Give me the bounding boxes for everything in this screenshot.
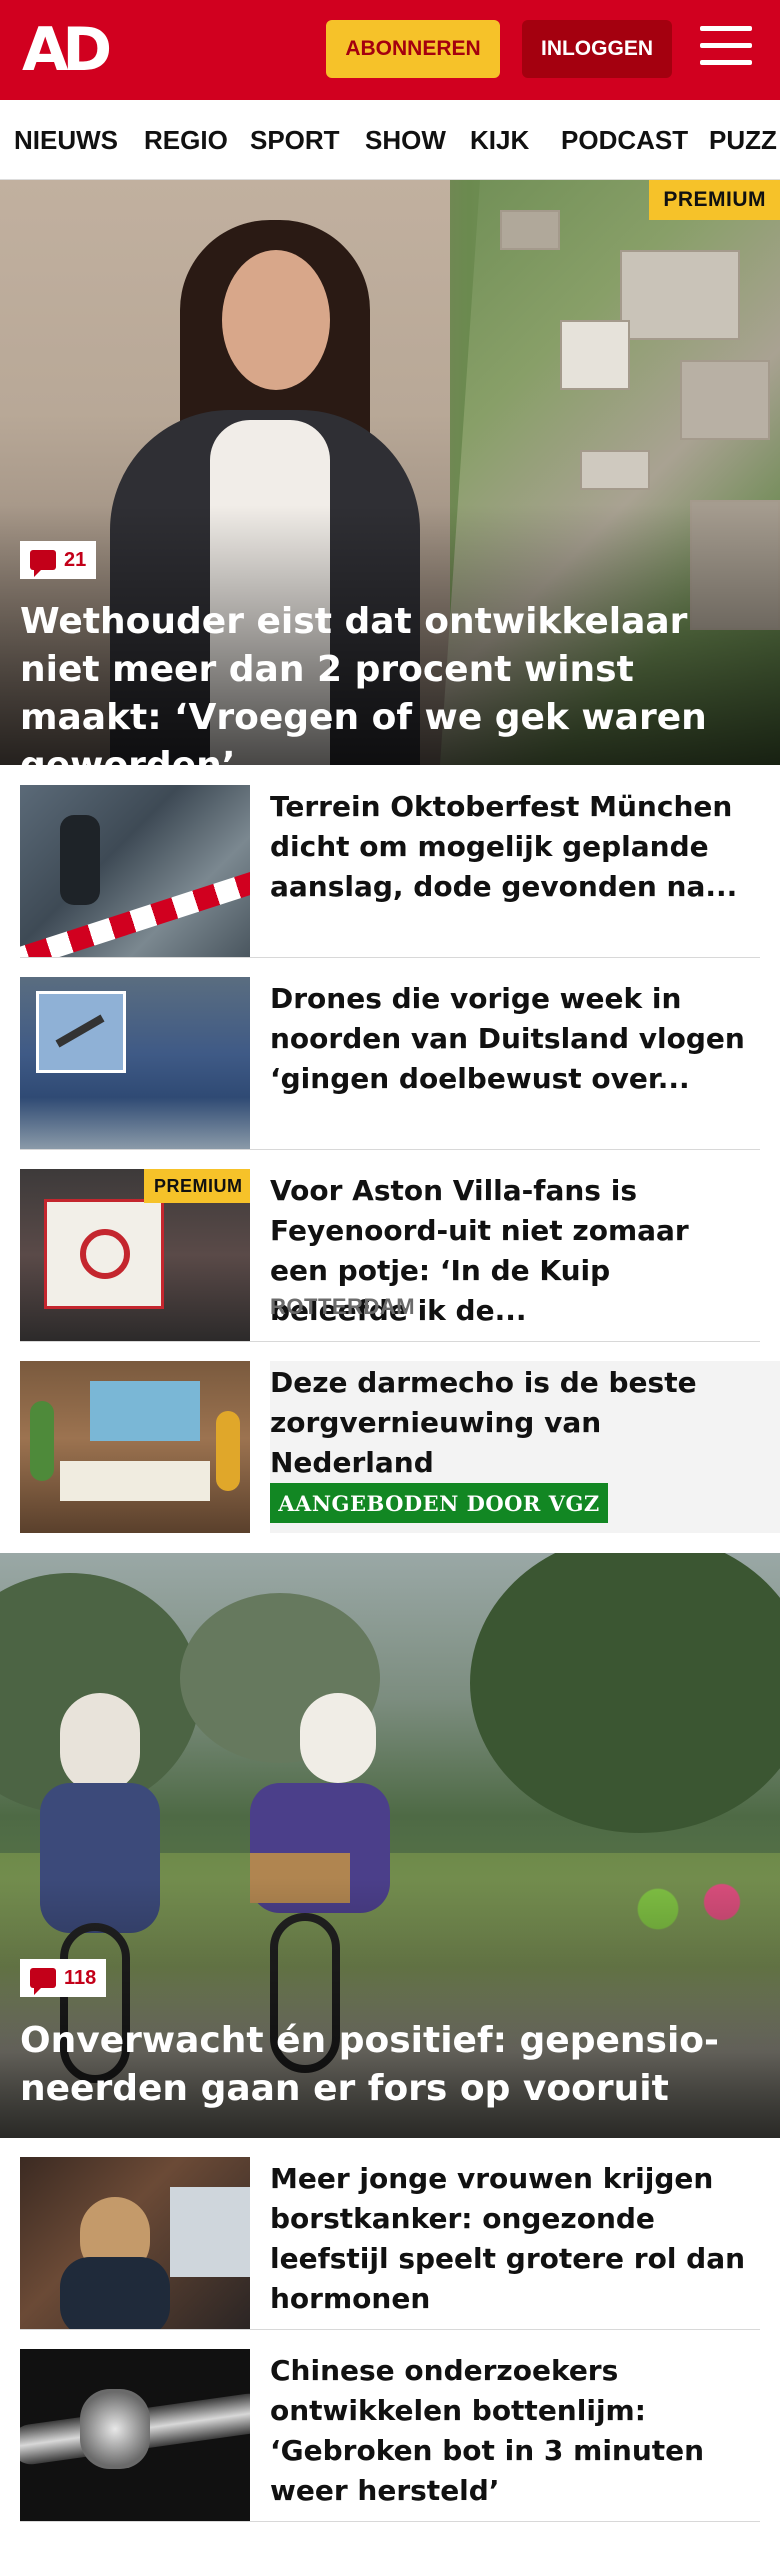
ad-logo[interactable]: AD (22, 18, 118, 82)
nav-item-show[interactable]: SHOW (365, 100, 446, 179)
article-title[interactable]: Chinese onderzoekers ontwikke­len botten… (270, 2351, 750, 2511)
list-item[interactable]: PREMIUM Voor Aston Villa-fans is Feyenoo… (20, 1169, 760, 1341)
nav-item-regio[interactable]: REGIO (144, 100, 228, 179)
menu-icon[interactable] (700, 26, 752, 72)
article-title[interactable]: Terrein Oktoberfest München dicht om mog… (270, 787, 750, 907)
subscribe-button[interactable]: ABONNEREN (326, 20, 500, 78)
comment-count: 118 (64, 1966, 97, 1989)
article-title[interactable]: Meer jonge vrouwen krijgen borstkanker: … (270, 2159, 750, 2319)
sponsor-label: AANGEBODEN DOOR VGZ (270, 1483, 608, 1523)
hero-article-1[interactable]: PREMIUM 21 Wethouder eist dat ontwikkela… (0, 180, 780, 765)
logo-text: AD (22, 15, 112, 85)
nav-item-kijk[interactable]: KIJK (470, 100, 529, 179)
hero-article-2[interactable]: 118 Onverwacht én positief: gepensio­nee… (0, 1553, 780, 2138)
article-title[interactable]: Drones die vorige week in noorden van Du… (270, 979, 750, 1099)
comment-icon (30, 1968, 56, 1995)
list-item[interactable]: Meer jonge vrouwen krijgen borstkanker: … (20, 2157, 760, 2329)
list-item[interactable]: Drones die vorige week in noorden van Du… (20, 977, 760, 1149)
divider (20, 957, 760, 958)
top-bar: AD ABONNEREN INLOGGEN (0, 0, 780, 100)
premium-badge: PREMIUM (144, 1169, 250, 1203)
premium-badge: PREMIUM (649, 180, 780, 220)
list-item[interactable]: Chinese onderzoekers ontwikke­len botten… (20, 2349, 760, 2521)
article-thumbnail (20, 2349, 250, 2521)
comment-count: 21 (64, 548, 87, 571)
article-title[interactable]: Deze darmecho is de beste zorgvernieuwin… (270, 1363, 750, 1483)
comment-icon (30, 550, 56, 577)
comment-count-badge[interactable]: 21 (20, 541, 97, 579)
nav-item-sport[interactable]: SPORT (250, 100, 340, 179)
section-nav: NIEUWS REGIO SPORT SHOW KIJK PODCAST PUZ… (0, 100, 780, 180)
hero-title[interactable]: Wethouder eist dat ontwikkelaar niet mee… (20, 598, 760, 765)
divider (20, 1149, 760, 1150)
divider (20, 2329, 760, 2330)
list-item[interactable]: Terrein Oktoberfest München dicht om mog… (20, 785, 760, 957)
login-button[interactable]: INLOGGEN (522, 20, 672, 78)
article-location: ROTTERDAM (270, 1294, 416, 1319)
article-thumbnail (20, 785, 250, 957)
article-thumbnail (20, 977, 250, 1149)
comment-count-badge[interactable]: 118 (20, 1959, 107, 1997)
hero-title[interactable]: Onverwacht én positief: gepensio­neerden… (20, 2017, 760, 2113)
article-thumbnail (20, 2157, 250, 2329)
divider (20, 1341, 760, 1342)
nav-item-nieuws[interactable]: NIEUWS (14, 100, 118, 179)
nav-item-podcast[interactable]: PODCAST (561, 100, 688, 179)
article-thumbnail: PREMIUM (20, 1169, 250, 1341)
sponsored-list-item[interactable]: Deze darmecho is de beste zorgvernieuwin… (20, 1361, 780, 1533)
article-thumbnail (20, 1361, 250, 1533)
divider (20, 2521, 760, 2522)
nav-item-puzzels[interactable]: PUZZ (709, 100, 777, 179)
